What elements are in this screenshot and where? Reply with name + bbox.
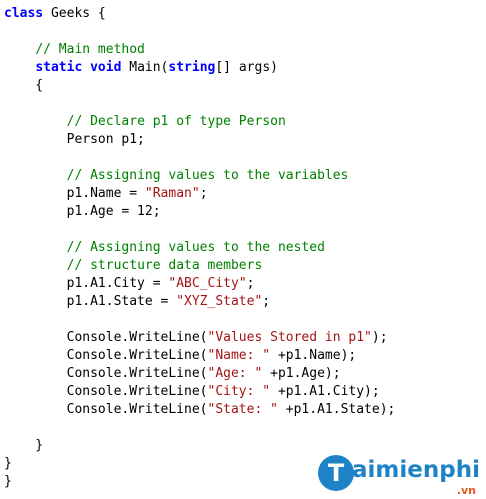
code-line: // Main method	[35, 42, 145, 57]
code-line: p1.Age = 12;	[4, 204, 161, 219]
code-line: // Assigning values to the nested	[66, 240, 325, 255]
code-line: Console.WriteLine("Age: " +p1.Age);	[4, 366, 341, 381]
code-line: Console.WriteLine("Values Stored in p1")…	[4, 330, 388, 345]
watermark-suffix: .vn	[456, 484, 476, 497]
code-line: // structure data members	[66, 258, 263, 273]
code-line: ​	[4, 23, 484, 41]
code-line: p1.Name = "Raman";	[4, 186, 208, 201]
code-line: // Declare p1 of type Person	[66, 114, 286, 129]
code-editor: class Geeks { ​ // Main method static voi…	[4, 5, 484, 491]
code-line: Console.WriteLine("State: " +p1.A1.State…	[4, 402, 396, 417]
code-line: static void Main(string[] args)	[35, 60, 278, 75]
watermark-brand: aimienphi	[352, 457, 480, 483]
code-line: ​	[4, 419, 484, 437]
code-line: // Assigning values to the variables	[66, 168, 349, 183]
code-line: p1.A1.State = "XYZ_State";	[4, 294, 271, 309]
code-line: Person p1;	[4, 132, 145, 147]
taimienphi-logo-icon: T	[318, 455, 354, 491]
code-line: ​	[4, 311, 484, 329]
code-line: Console.WriteLine("City: " +p1.A1.City);	[4, 384, 380, 399]
code-line: p1.A1.City = "ABC_City";	[4, 276, 255, 291]
watermark-logo: T aimienphi .vn	[318, 451, 480, 497]
code-line: ​	[4, 149, 484, 167]
code-line: ​	[4, 95, 484, 113]
code-line: {	[4, 78, 44, 93]
code-line: ​	[4, 221, 484, 239]
code-line: class Geeks {	[4, 6, 106, 21]
code-line: Console.WriteLine("Name: " +p1.Name);	[4, 348, 357, 363]
